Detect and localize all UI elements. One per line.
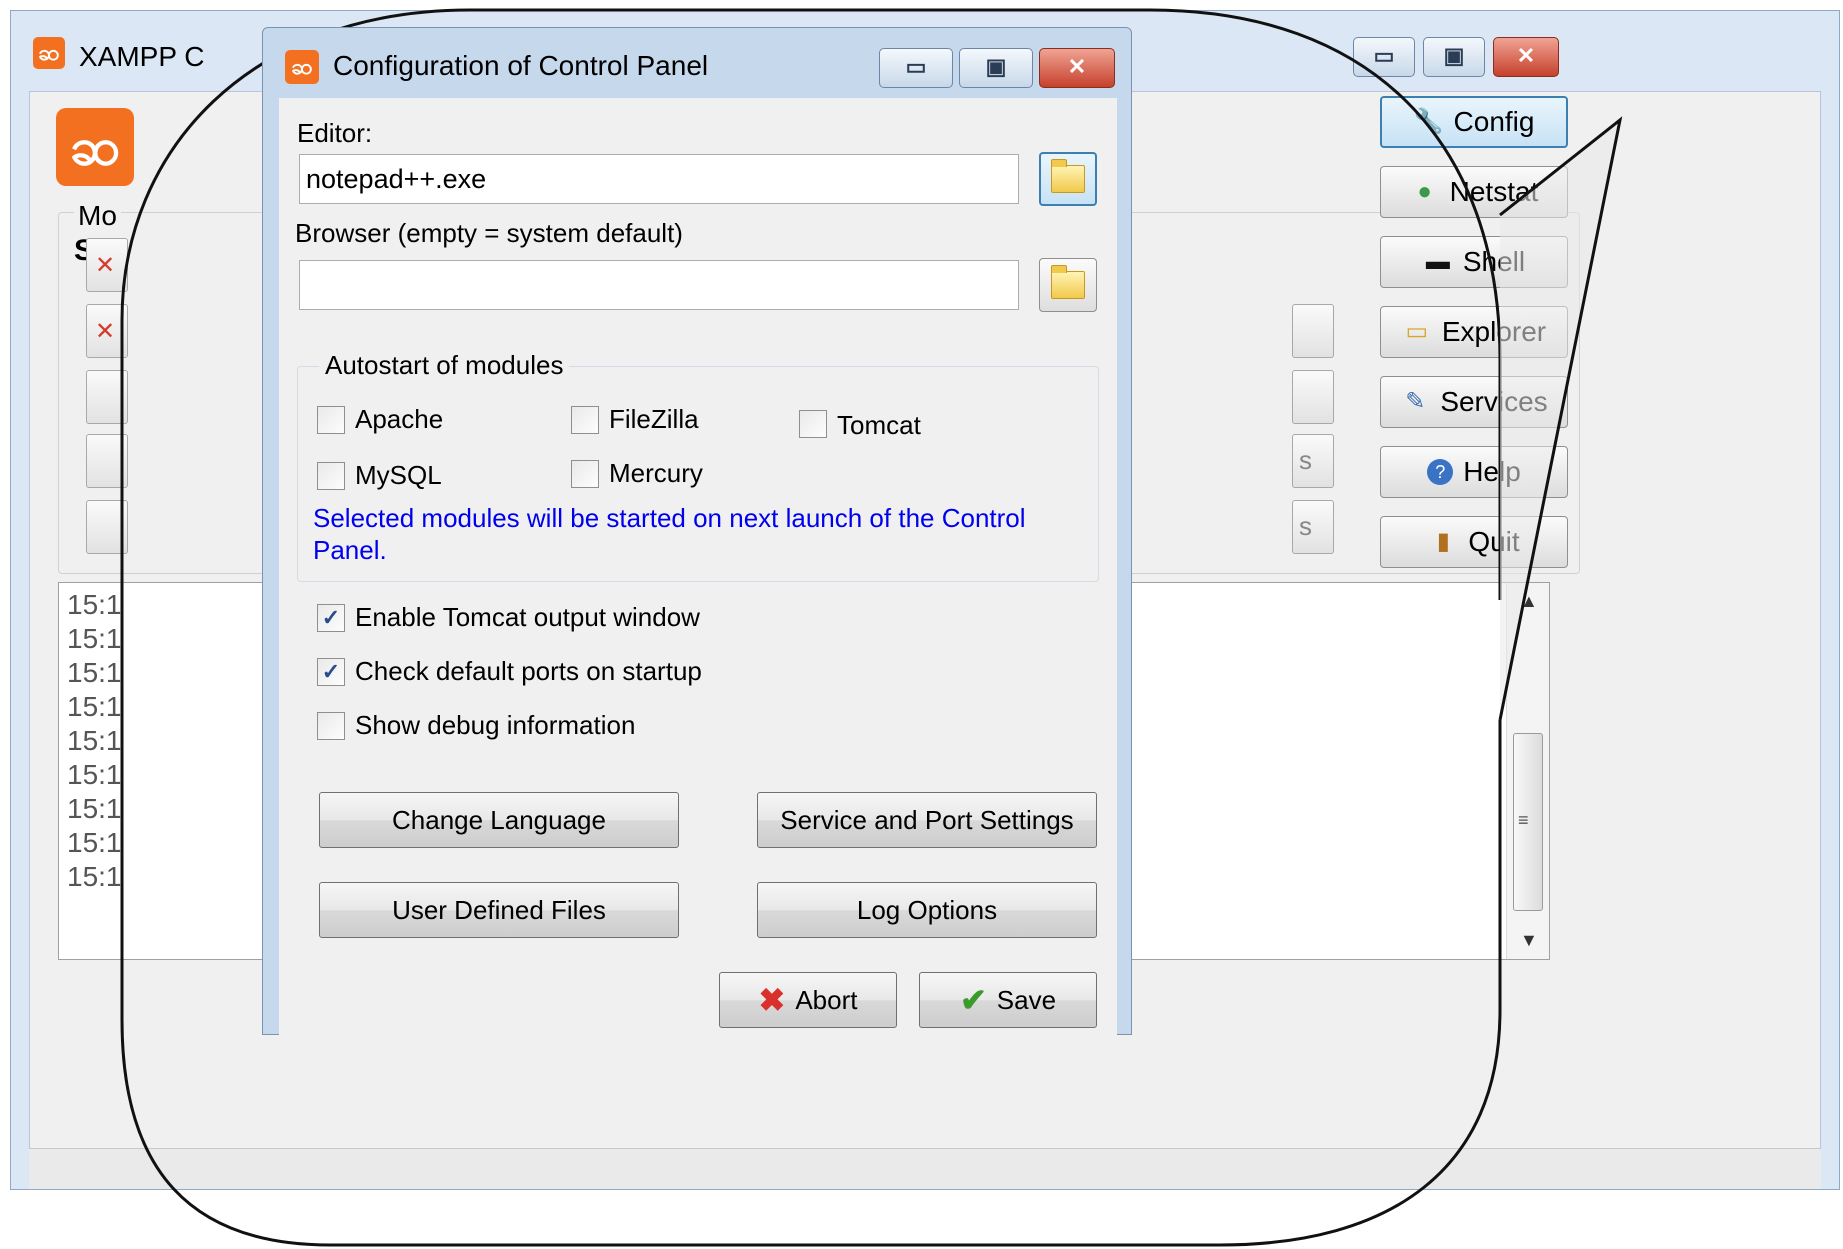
check-ports-checkbox[interactable]: ✓ [317, 658, 345, 686]
browser-input[interactable] [299, 260, 1019, 310]
autostart-legend: Autostart of modules [319, 350, 570, 381]
abort-icon: ✖ [758, 982, 786, 1018]
dialog-maximize-button[interactable]: ▣ [959, 48, 1033, 88]
callout-pointer [1498, 116, 1623, 721]
autostart-info-text: Selected modules will be started on next… [313, 503, 1026, 565]
tomcat-output-checkbox[interactable]: ✓ [317, 604, 345, 632]
apache-checkbox[interactable] [317, 406, 345, 434]
save-button[interactable]: ✔ Save [919, 972, 1097, 1028]
config-dialog: ဆ Configuration of Control Panel ▭ ▣ ✕ E… [262, 27, 1132, 1036]
log-options-button[interactable]: Log Options [757, 882, 1097, 938]
save-button-label: Save [996, 984, 1057, 1015]
change-language-button[interactable]: Change Language [319, 792, 679, 848]
dialog-client-area: Editor: Browser (empty = system default)… [279, 98, 1117, 1036]
filezilla-label: FileZilla [609, 404, 699, 434]
debug-info-label: Show debug information [355, 710, 636, 740]
mysql-label: MySQL [355, 460, 442, 490]
dialog-minimize-button[interactable]: ▭ [879, 48, 953, 88]
mysql-checkbox[interactable] [317, 462, 345, 490]
debug-info-checkbox[interactable] [317, 712, 345, 740]
dialog-title: Configuration of Control Panel [333, 50, 709, 81]
apache-label: Apache [355, 404, 444, 434]
save-icon: ✔ [959, 982, 987, 1018]
folder-icon [1051, 265, 1085, 299]
filezilla-checkbox[interactable] [571, 406, 599, 434]
tomcat-output-label: Enable Tomcat output window [355, 602, 700, 632]
editor-input[interactable] [299, 154, 1019, 204]
user-defined-files-button[interactable]: User Defined Files [319, 882, 679, 938]
service-port-settings-button[interactable]: Service and Port Settings [757, 792, 1097, 848]
editor-label: Editor: [297, 118, 373, 148]
mercury-label: Mercury [609, 458, 703, 488]
tomcat-checkbox[interactable] [799, 410, 827, 438]
browser-label: Browser (empty = system default) [295, 218, 683, 248]
check-ports-label: Check default ports on startup [355, 656, 702, 686]
folder-icon [1051, 159, 1085, 193]
tomcat-label: Tomcat [837, 410, 921, 440]
browser-browse-button[interactable] [1039, 258, 1097, 312]
dialog-close-button[interactable]: ✕ [1039, 48, 1115, 88]
abort-button-label: Abort [795, 984, 858, 1015]
abort-button[interactable]: ✖ Abort [719, 972, 897, 1028]
editor-browse-button[interactable] [1039, 152, 1097, 206]
mercury-checkbox[interactable] [571, 460, 599, 488]
xampp-dialog-icon: ဆ [285, 50, 319, 84]
